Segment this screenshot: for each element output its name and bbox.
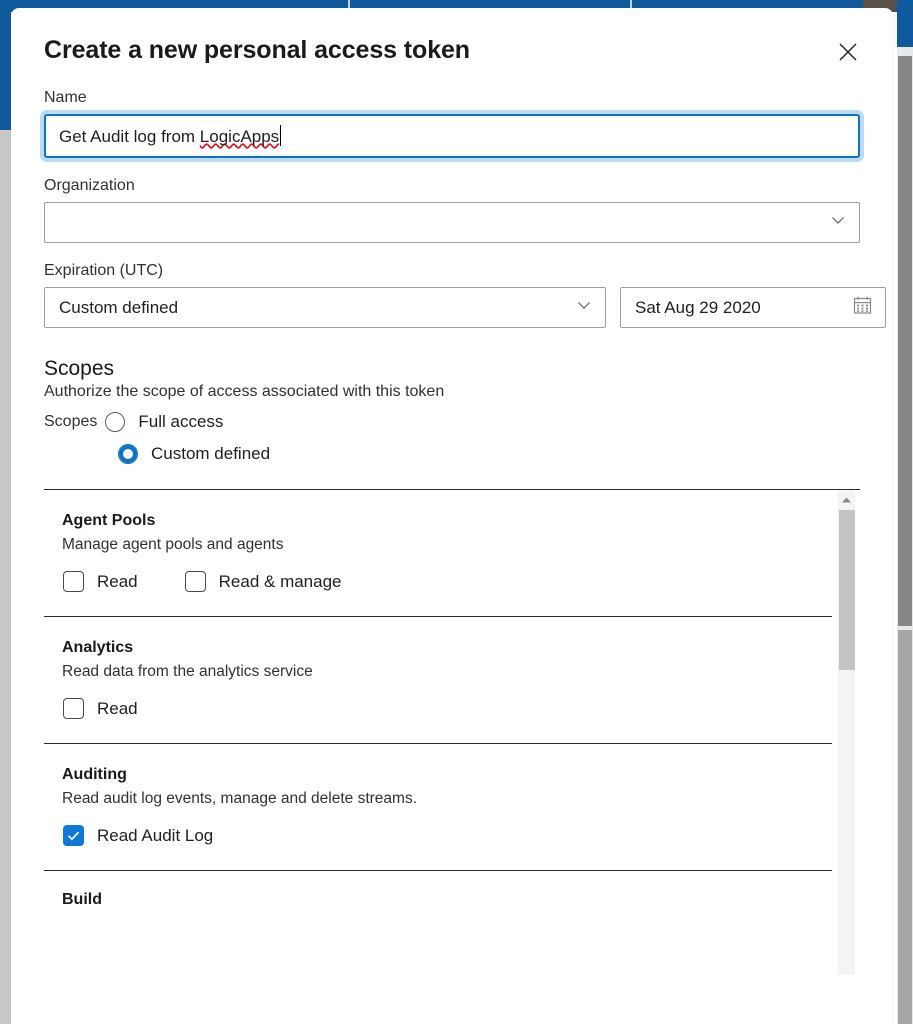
scopes-radio-custom-defined[interactable]: Custom defined [118, 444, 270, 464]
page-scrollbar-thumb-lower[interactable] [898, 630, 912, 1024]
scope-description: Read data from the analytics service [62, 663, 832, 681]
scopes-radio-full-access[interactable]: Full access [105, 412, 223, 432]
scopes-heading: Scopes [44, 357, 860, 381]
scopes-radio-row-custom: Custom defined [118, 437, 860, 471]
checkbox-label: Read [97, 699, 138, 719]
name-input-text-plain: Get Audit log from [59, 127, 200, 146]
scopes-radio-group-label: Scopes [44, 413, 97, 431]
scope-description: Read audit log events, manage and delete… [62, 790, 832, 808]
scope-title: Auditing [62, 766, 832, 784]
checkbox-label: Read [97, 572, 138, 592]
organization-label: Organization [44, 177, 860, 195]
checkbox-icon [185, 571, 206, 592]
checkbox-icon-checked [63, 825, 84, 846]
radio-icon-checked [118, 444, 138, 464]
scope-checkbox-group: Read [62, 698, 832, 719]
calendar-icon[interactable] [852, 295, 873, 321]
name-label: Name [44, 89, 860, 107]
expiration-date-value: Sat Aug 29 2020 [635, 298, 761, 318]
scope-checkbox-group: Read Audit Log [62, 825, 832, 846]
chrome-left-strip [0, 0, 11, 130]
checkbox-agent-pools-read[interactable]: Read [63, 571, 138, 592]
name-input[interactable]: Get Audit log from LogicApps [44, 114, 860, 158]
checkbox-auditing-read-audit-log[interactable]: Read Audit Log [63, 825, 213, 846]
scope-section-agent-pools: Agent Pools Manage agent pools and agent… [44, 490, 832, 617]
expiration-date-input[interactable]: Sat Aug 29 2020 [620, 287, 886, 328]
page-title: Create a new personal access token [44, 36, 470, 65]
text-caret [280, 125, 281, 146]
checkbox-analytics-read[interactable]: Read [63, 698, 138, 719]
scopes-radio-custom-defined-label: Custom defined [151, 444, 270, 464]
scope-description: Manage agent pools and agents [62, 536, 832, 554]
scopes-list: Agent Pools Manage agent pools and agent… [44, 489, 860, 975]
scopes-radio-row-full: Scopes Full access [44, 407, 860, 437]
close-icon [836, 40, 860, 64]
name-input-text-misspelled: LogicApps [200, 127, 279, 146]
scopes-scrollbar-track[interactable] [838, 491, 855, 975]
scope-section-analytics: Analytics Read data from the analytics s… [44, 617, 832, 744]
chrome-right-strip [897, 0, 913, 47]
checkbox-agent-pools-read-manage[interactable]: Read & manage [185, 571, 342, 592]
name-input-value: Get Audit log from LogicApps [59, 125, 281, 147]
checkbox-label: Read Audit Log [97, 826, 213, 846]
page-scrollbar-thumb[interactable] [898, 56, 912, 626]
chrome-left-edge [0, 130, 11, 1024]
close-button[interactable] [830, 34, 866, 70]
scope-title: Agent Pools [62, 512, 832, 530]
scope-section-build-partial: Build [44, 871, 832, 909]
expiration-preset-value: Custom defined [59, 298, 178, 318]
scopes-list-viewport: Agent Pools Manage agent pools and agent… [44, 490, 832, 975]
expiration-preset-select[interactable]: Custom defined [44, 287, 606, 328]
create-pat-dialog: Create a new personal access token Name … [11, 8, 893, 1024]
dialog-header: Create a new personal access token [44, 8, 860, 70]
scope-title: Analytics [62, 639, 832, 657]
chevron-down-icon [575, 296, 593, 319]
scopes-radio-full-access-label: Full access [138, 412, 223, 432]
checkbox-icon [63, 698, 84, 719]
scrollbar-up-arrow-icon[interactable] [838, 491, 855, 509]
scopes-scrollbar-thumb[interactable] [839, 510, 855, 670]
scope-section-auditing: Auditing Read audit log events, manage a… [44, 744, 832, 871]
expiration-label: Expiration (UTC) [44, 262, 860, 280]
expiration-row: Custom defined Sat Aug 29 2020 [44, 287, 860, 328]
scopes-subtitle: Authorize the scope of access associated… [44, 383, 860, 401]
chevron-down-icon [829, 211, 847, 234]
scope-title: Build [62, 891, 832, 909]
scope-checkbox-group: Read Read & manage [62, 571, 832, 592]
radio-icon-unchecked [105, 412, 125, 432]
checkbox-label: Read & manage [219, 572, 342, 592]
checkbox-icon [63, 571, 84, 592]
organization-select[interactable] [44, 202, 860, 243]
